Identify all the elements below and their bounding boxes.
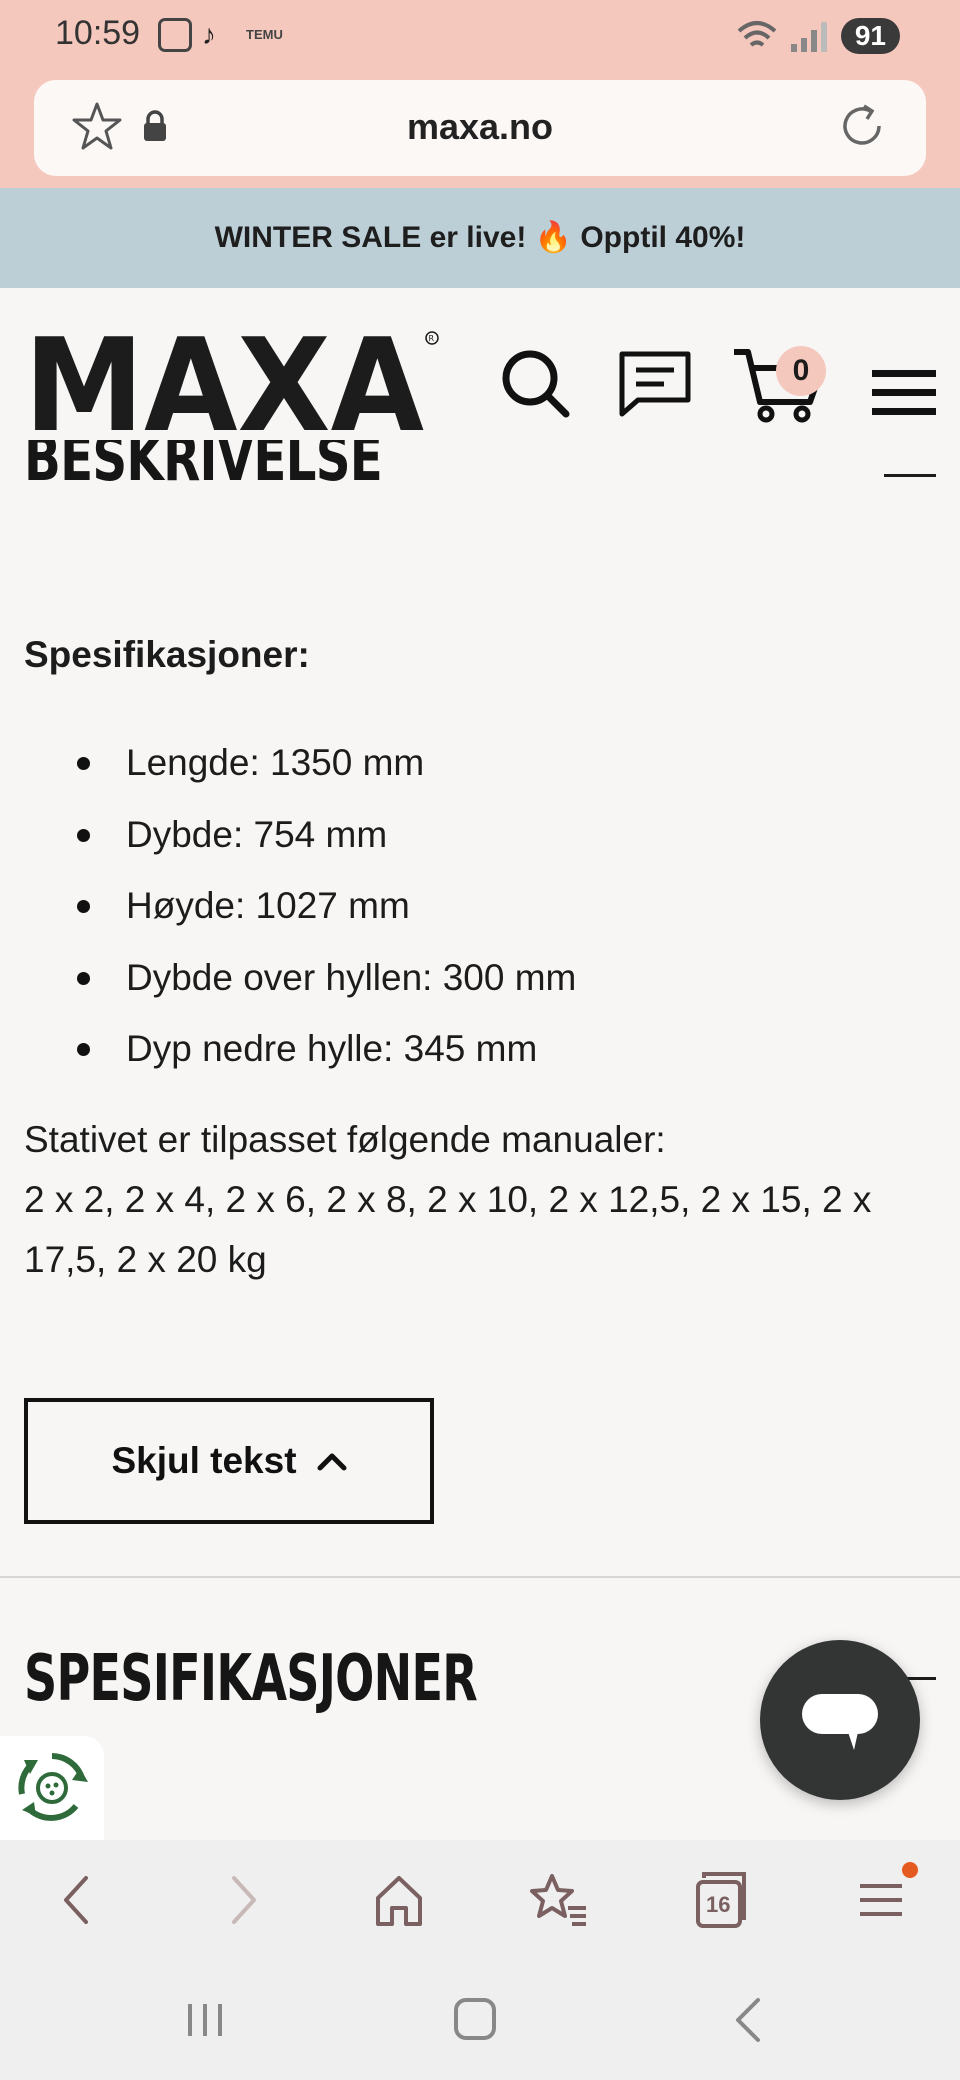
section-divider: [0, 1576, 960, 1578]
spec-list: Lengde: 1350 mm Dybde: 754 mm Høyde: 102…: [24, 728, 576, 1086]
recent-apps-icon[interactable]: [180, 1996, 230, 2044]
tabs-count: 16: [706, 1892, 731, 1917]
browser-bottom-nav: 16: [0, 1840, 960, 1960]
spec-item: Dybde: 754 mm: [24, 800, 576, 872]
screenshot-icon: [158, 18, 192, 52]
recycle-icon: [18, 1753, 88, 1821]
paragraph-line-1: Stativet er tilpasset følgende manualer:: [24, 1119, 666, 1160]
wifi-icon: [737, 21, 777, 47]
system-nav-bar: [0, 1960, 960, 2080]
temu-icon: TEMU: [246, 28, 286, 42]
cart-count-badge: 0: [776, 346, 826, 396]
description-section-title[interactable]: BESKRIVELSE: [24, 440, 424, 506]
tabs-button[interactable]: 16: [684, 1868, 754, 1932]
hamburger-menu-icon[interactable]: [872, 368, 936, 418]
hide-text-label: Skjul tekst: [111, 1440, 297, 1481]
chat-support-button[interactable]: [760, 1640, 920, 1800]
temu-label: TEMU: [246, 27, 283, 42]
paragraph-line-2: 2 x 2, 2 x 4, 2 x 6, 2 x 8, 2 x 10, 2 x …: [24, 1179, 872, 1280]
promo-banner[interactable]: WINTER SALE er live! 🔥 Opptil 40%!: [0, 188, 960, 288]
description-paragraph: Stativet er tilpasset følgende manualer:…: [24, 1110, 944, 1290]
site-header: MAXA R 0: [0, 288, 960, 454]
home-button-icon[interactable]: [450, 1996, 500, 2044]
status-icons-left: ♪ TEMU: [158, 18, 286, 52]
svg-text:R: R: [429, 334, 435, 343]
status-time: 10:59: [55, 14, 141, 52]
reload-icon[interactable]: [836, 100, 888, 152]
hide-text-button[interactable]: Skjul tekst: [24, 1398, 434, 1524]
search-icon[interactable]: [500, 348, 572, 420]
spec-item: Dybde over hyllen: 300 mm: [24, 943, 576, 1015]
spec-item: Høyde: 1027 mm: [24, 871, 576, 943]
bookmarks-icon[interactable]: [524, 1868, 594, 1932]
spec-heading: Spesifikasjoner:: [24, 634, 310, 675]
recycle-badge[interactable]: [0, 1736, 104, 1840]
chat-bubble-icon: [802, 1694, 878, 1750]
spec-item: Dyp nedre hylle: 345 mm: [24, 1014, 576, 1086]
logo-text: MAXA: [24, 330, 424, 434]
chat-icon[interactable]: [618, 348, 692, 420]
spec-item: Lengde: 1350 mm: [24, 728, 576, 800]
home-icon[interactable]: [364, 1868, 434, 1932]
maxa-logo[interactable]: MAXA R: [24, 330, 454, 434]
battery-icon: 91: [840, 18, 900, 54]
collapse-icon[interactable]: [884, 474, 936, 477]
browser-menu-icon[interactable]: [846, 1868, 916, 1932]
forward-icon[interactable]: [206, 1868, 276, 1932]
chevron-up-icon: [317, 1453, 347, 1471]
signal-icon: [790, 20, 827, 52]
status-bar: 10:59 ♪ TEMU 91: [0, 0, 960, 74]
address-bar[interactable]: maxa.no: [34, 80, 926, 176]
status-icons-right: 91: [737, 18, 900, 54]
url-text[interactable]: maxa.no: [34, 106, 926, 148]
specifications-section-title[interactable]: SPESIFIKASJONER: [24, 1646, 544, 1716]
system-back-icon[interactable]: [724, 1996, 774, 2044]
specifications-title-text: SPESIFIKASJONER: [24, 1646, 478, 1716]
tiktok-icon: ♪: [202, 19, 216, 50]
back-icon[interactable]: [44, 1868, 114, 1932]
description-title-text: BESKRIVELSE: [24, 440, 383, 495]
notification-dot: [902, 1862, 918, 1878]
